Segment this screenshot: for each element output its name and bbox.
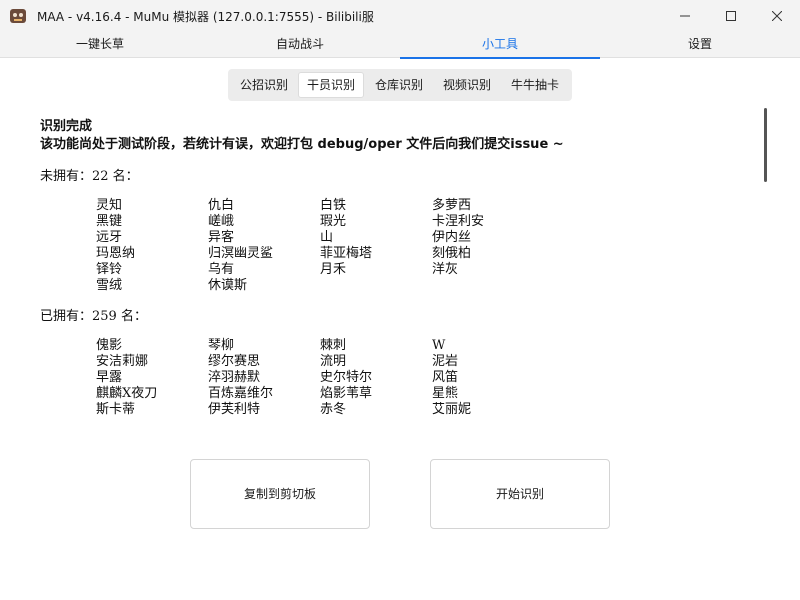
subtab-operator[interactable]: 干员识别: [298, 72, 364, 98]
operator-name: 缪尔赛思: [208, 354, 261, 369]
maximize-icon: [726, 11, 736, 21]
operator-name: 星熊: [432, 386, 459, 401]
operator-name: 刻俄柏: [432, 246, 472, 261]
operator-name: 琴柳: [208, 338, 235, 353]
operator-name: 淬羽赫默: [208, 370, 261, 385]
title-bar: MAA - v4.16.4 - MuMu 模拟器 (127.0.0.1:7555…: [0, 0, 800, 32]
tab-auto-battle[interactable]: 自动战斗: [200, 32, 400, 58]
operator-name: 赤冬: [320, 402, 347, 417]
operator-name: W: [432, 338, 446, 353]
operator-name: 百炼嘉维尔: [208, 386, 274, 401]
subtab-gacha[interactable]: 牛牛抽卡: [502, 72, 568, 98]
operator-name: 安洁莉娜: [96, 354, 149, 369]
tab-tools[interactable]: 小工具: [400, 32, 600, 59]
operator-name: 仇白: [208, 198, 235, 213]
operator-name: 卡涅利安: [432, 214, 485, 229]
operator-name: 多萝西: [432, 198, 472, 213]
operator-name: 黑键: [96, 214, 123, 229]
operator-name: 泥岩: [432, 354, 459, 369]
operator-name: 月禾: [320, 262, 347, 277]
main-tab-bar: 一键长草 自动战斗 小工具 设置: [0, 32, 800, 59]
minimize-button[interactable]: [662, 0, 708, 32]
notice-text: 该功能尚处于测试阶段，若统计有误，欢迎打包 debug/oper 文件后向我们提…: [40, 137, 564, 152]
operator-name: 伊芙利特: [208, 402, 261, 417]
operator-name: 灵知: [96, 198, 123, 213]
minimize-icon: [680, 15, 690, 17]
operator-name: 远牙: [96, 230, 123, 245]
operator-name: 棘刺: [320, 338, 347, 353]
start-recognition-button[interactable]: 开始识别: [430, 459, 610, 529]
operator-name: 风笛: [432, 370, 459, 385]
operator-name: 归溟幽灵鲨: [208, 246, 274, 261]
operator-name: 瑕光: [320, 214, 347, 229]
operator-name: 嵯峨: [208, 214, 235, 229]
operator-name: 白铁: [320, 198, 347, 213]
operator-name: 休谟斯: [208, 278, 248, 293]
owned-list: 傀影 琴柳 棘刺 W 安洁莉娜 缪尔赛思 流明 泥岩早露 淬羽赫默 史尔特尔 风笛麒麟X夜刀 百炼嘉维…: [96, 338, 760, 418]
operator-name: 焰影苇草: [320, 386, 373, 401]
operator-name: 斯卡蒂: [96, 402, 136, 417]
not-owned-list: 灵知 仇白 白铁 多萝西黑键 嵯峨 瑕光 卡涅利安远牙 异客 山 伊内丝玛恩纳 归溟幽灵鲨 菲亚梅塔 刻…: [96, 198, 760, 294]
close-button[interactable]: [754, 0, 800, 32]
operator-name: 雪绒: [96, 278, 123, 293]
operator-name: 伊内丝: [432, 230, 472, 245]
subtab-recruit[interactable]: 公招识别: [232, 72, 296, 98]
operator-name: 菲亚梅塔: [320, 246, 373, 261]
sub-tab-bar: 公招识别 干员识别 仓库识别 视频识别 牛牛抽卡: [228, 69, 572, 101]
status-text: 识别完成: [40, 119, 93, 134]
operator-name: 山: [320, 230, 334, 245]
operator-name: 麒麟X夜刀: [96, 386, 158, 401]
result-panel[interactable]: 识别完成 该功能尚处于测试阶段，若统计有误，欢迎打包 debug/oper 文件…: [40, 118, 760, 418]
owned-heading: 已拥有：259 名：: [40, 309, 147, 324]
tab-settings[interactable]: 设置: [600, 32, 800, 58]
subtab-video[interactable]: 视频识别: [434, 72, 500, 98]
operator-name: 乌有: [208, 262, 235, 277]
app-icon: [9, 7, 27, 25]
close-icon: [772, 11, 782, 21]
copy-to-clipboard-button[interactable]: 复制到剪切板: [190, 459, 370, 529]
operator-name: 流明: [320, 354, 347, 369]
tab-one-click[interactable]: 一键长草: [0, 32, 200, 58]
subtab-depot[interactable]: 仓库识别: [366, 72, 432, 98]
window-title: MAA - v4.16.4 - MuMu 模拟器 (127.0.0.1:7555…: [37, 10, 374, 24]
operator-name: 异客: [208, 230, 235, 245]
operator-name: 史尔特尔: [320, 370, 373, 385]
operator-name: 玛恩纳: [96, 246, 136, 261]
operator-name: 傀影: [96, 338, 123, 353]
operator-name: 铎铃: [96, 262, 123, 277]
operator-name: 洋灰: [432, 262, 459, 277]
not-owned-heading: 未拥有：22 名：: [40, 169, 139, 184]
operator-name: 艾丽妮: [432, 402, 472, 417]
maximize-button[interactable]: [708, 0, 754, 32]
scrollbar[interactable]: [764, 108, 767, 182]
operator-name: 早露: [96, 370, 123, 385]
